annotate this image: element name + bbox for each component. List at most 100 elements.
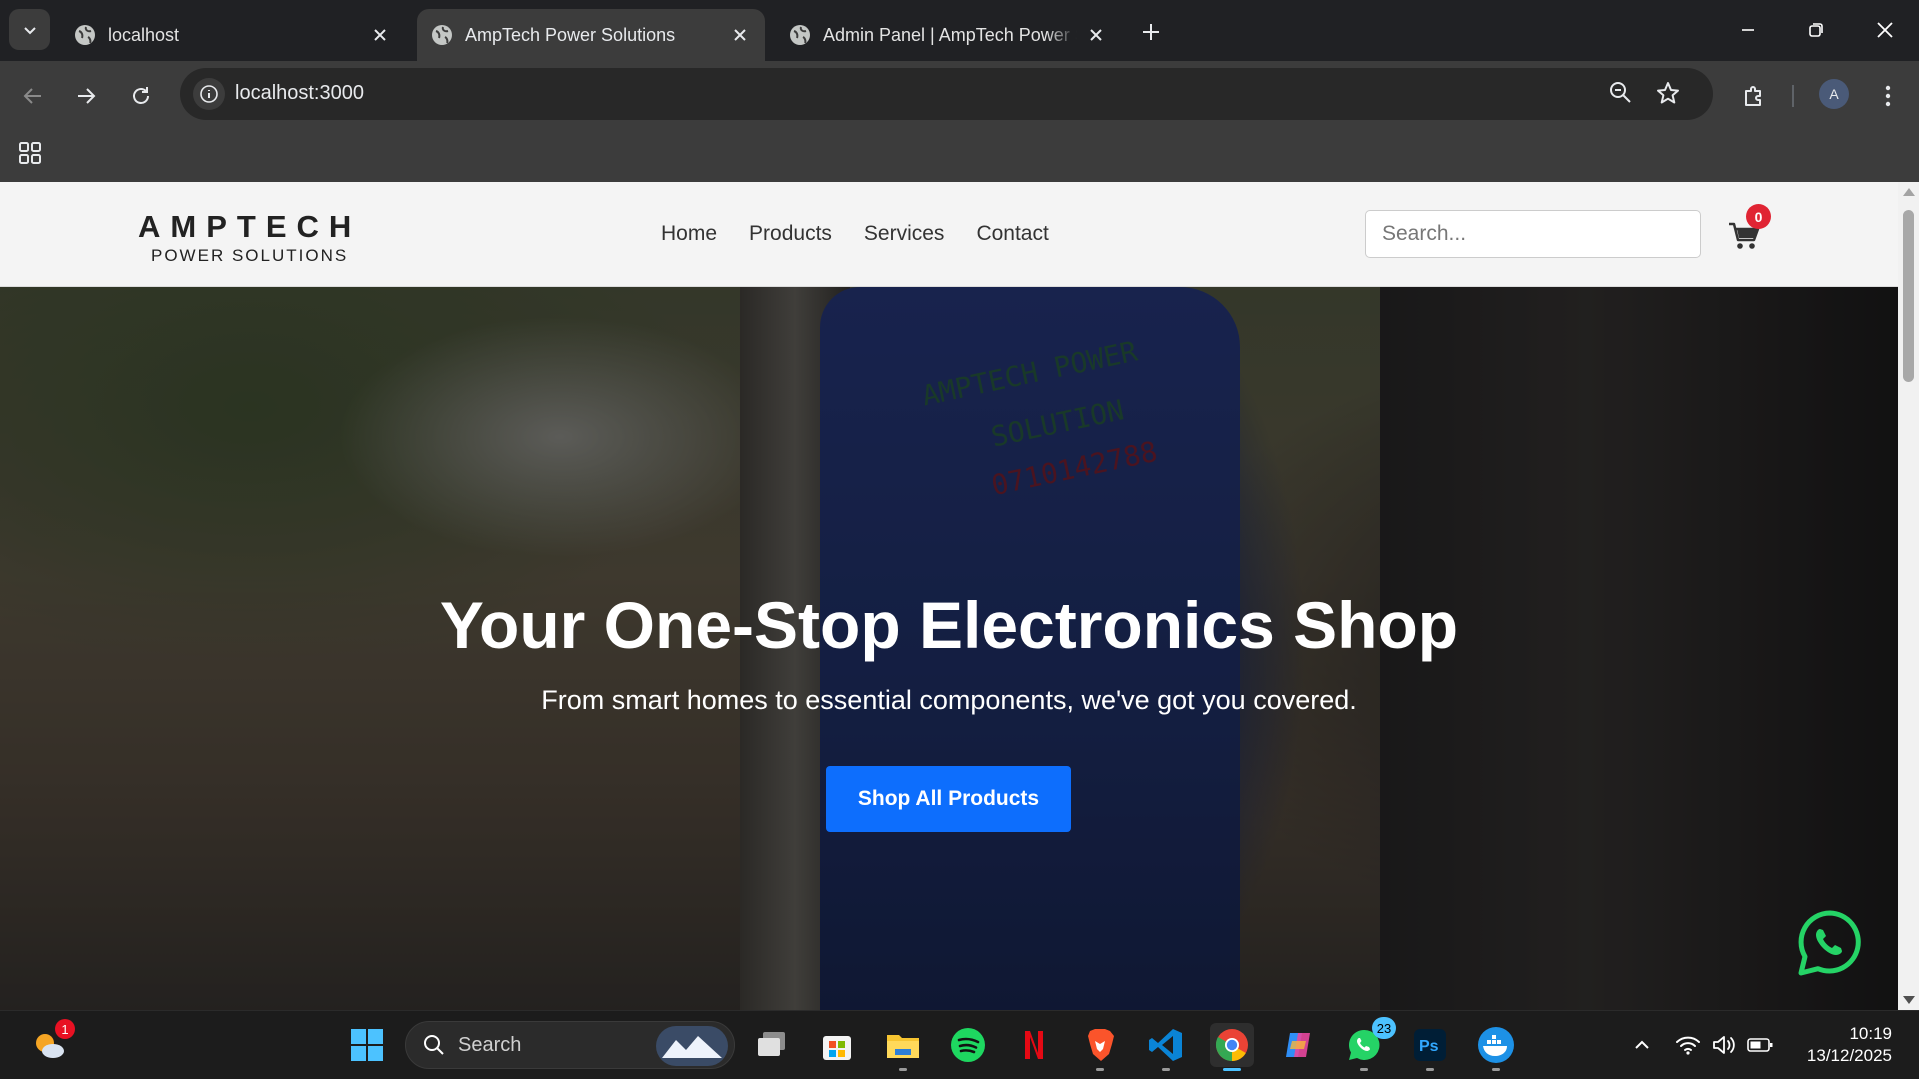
logo-wordmark[interactable]: AMPTECH [138, 209, 361, 245]
back-button[interactable] [14, 77, 52, 115]
globe-icon [790, 25, 810, 45]
battery-status[interactable] [1740, 1023, 1780, 1067]
brave-browser-app[interactable] [1078, 1023, 1122, 1071]
photoshop-app[interactable]: Ps [1408, 1023, 1452, 1071]
site-info-button[interactable] [193, 78, 225, 110]
tab-amptech[interactable]: AmpTech Power Solutions [417, 9, 765, 61]
restore-button[interactable] [1793, 8, 1839, 52]
whatsapp-chat-icon[interactable] [1794, 907, 1866, 979]
taskbar-search-label: Search [458, 1033, 522, 1056]
browser-toolbar: localhost:3000 A [0, 61, 1919, 129]
task-view-button[interactable] [750, 1023, 794, 1067]
address-bar[interactable]: localhost:3000 [180, 68, 1713, 120]
volume-status[interactable] [1704, 1023, 1744, 1067]
hero-title: Your One-Stop Electronics Shop [439, 588, 1459, 662]
copilot-icon [1286, 1033, 1310, 1057]
forward-button[interactable] [67, 77, 105, 115]
speaker-icon [1713, 1036, 1735, 1054]
plus-icon [1143, 24, 1159, 40]
zoom-icon[interactable] [1608, 80, 1634, 111]
store-icon [823, 1036, 851, 1060]
nav-contact[interactable]: Contact [976, 222, 1048, 246]
running-indicator [899, 1068, 907, 1071]
page-scrollbar[interactable] [1898, 182, 1919, 1010]
browser-tab-strip: localhost AmpTech Power Solutions Admin … [0, 0, 1919, 61]
chevron-down-icon [23, 26, 36, 34]
whatsapp-unread-badge: 23 [1372, 1017, 1396, 1039]
page-viewport: AMPTECH POWER SOLUTIONS Home Products Se… [0, 182, 1898, 1010]
battery-icon [1747, 1038, 1773, 1052]
close-window-button[interactable] [1862, 8, 1908, 52]
nav-services[interactable]: Services [864, 222, 945, 246]
brave-icon [1088, 1029, 1114, 1061]
arrow-left-icon [23, 88, 41, 104]
weather-badge: 1 [55, 1019, 75, 1039]
windows-logo-icon [351, 1029, 383, 1061]
puzzle-icon [1745, 86, 1761, 106]
windows-taskbar: 1 Search 23 Ps 10:19 13/12/2025 [0, 1010, 1919, 1079]
nav-products[interactable]: Products [749, 222, 832, 246]
extensions-button[interactable] [1735, 77, 1773, 115]
profile-avatar[interactable]: A [1819, 79, 1849, 109]
system-clock[interactable]: 10:19 13/12/2025 [1788, 1023, 1892, 1067]
tab-search-button[interactable] [9, 9, 50, 50]
chrome-icon [1215, 1029, 1248, 1061]
minimize-button[interactable] [1725, 8, 1771, 52]
apps-grid-icon[interactable] [18, 141, 42, 170]
tab-title: localhost [108, 24, 180, 45]
file-explorer-app[interactable] [881, 1023, 925, 1071]
scroll-down-arrow[interactable] [1903, 996, 1915, 1004]
tab-admin-panel[interactable]: Admin Panel | AmpTech Power Solutions [775, 9, 1121, 61]
globe-icon [75, 25, 95, 45]
chrome-app[interactable] [1210, 1023, 1254, 1071]
wifi-icon [1676, 1036, 1700, 1055]
wifi-status[interactable] [1668, 1023, 1708, 1067]
clock-time: 10:19 [1849, 1024, 1892, 1043]
new-tab-button[interactable] [1134, 15, 1168, 49]
scrollbar-thumb[interactable] [1903, 210, 1914, 382]
minimize-icon [1742, 29, 1754, 31]
docker-icon [1478, 1027, 1514, 1063]
spotify-app[interactable] [946, 1023, 990, 1067]
browser-menu-button[interactable] [1869, 77, 1907, 115]
hero-subtitle: From smart homes to essential components… [541, 685, 1357, 715]
vscode-app[interactable] [1144, 1023, 1188, 1071]
running-indicator [1360, 1068, 1368, 1071]
hero-section: AMPTECH POWER SOLUTION 0710142788 Your O… [0, 287, 1898, 1010]
url-text[interactable]: localhost:3000 [235, 82, 364, 105]
netflix-icon [1025, 1031, 1043, 1059]
running-indicator [1162, 1068, 1170, 1071]
docker-app[interactable] [1474, 1023, 1518, 1071]
scroll-up-arrow[interactable] [1903, 188, 1915, 196]
show-hidden-icons-button[interactable] [1620, 1023, 1664, 1067]
copilot-app[interactable] [1276, 1023, 1320, 1067]
search-input[interactable] [1365, 210, 1701, 258]
tab-close-icon[interactable] [729, 24, 751, 46]
whatsapp-app[interactable]: 23 [1342, 1017, 1396, 1071]
shop-all-products-button[interactable]: Shop All Products [826, 766, 1071, 832]
tab-title: Admin Panel | AmpTech Power Solutions [823, 24, 1077, 45]
nav-home[interactable]: Home [661, 222, 717, 246]
search-icon [424, 1035, 444, 1055]
netflix-app[interactable] [1012, 1023, 1056, 1067]
tab-close-icon[interactable] [1085, 24, 1107, 46]
weather-widget[interactable]: 1 [27, 1019, 75, 1067]
clock-date: 13/12/2025 [1806, 1046, 1892, 1065]
reload-button[interactable] [122, 77, 160, 115]
cart-count-badge: 0 [1746, 204, 1771, 229]
taskbar-search[interactable]: Search [405, 1021, 735, 1069]
running-indicator [1096, 1068, 1104, 1071]
arrow-right-icon [78, 88, 96, 104]
globe-icon [432, 25, 452, 45]
bookmark-star-icon[interactable] [1655, 80, 1681, 111]
tab-close-icon[interactable] [369, 24, 391, 46]
microsoft-store-app[interactable] [815, 1023, 859, 1067]
restore-icon [1809, 23, 1823, 37]
running-indicator [1426, 1068, 1434, 1071]
toolbar-divider [1792, 85, 1794, 107]
tab-title: AmpTech Power Solutions [465, 24, 676, 45]
start-button[interactable] [345, 1023, 389, 1067]
tab-localhost[interactable]: localhost [60, 9, 405, 61]
spotify-icon [951, 1028, 985, 1062]
bookmarks-bar [0, 129, 1919, 182]
